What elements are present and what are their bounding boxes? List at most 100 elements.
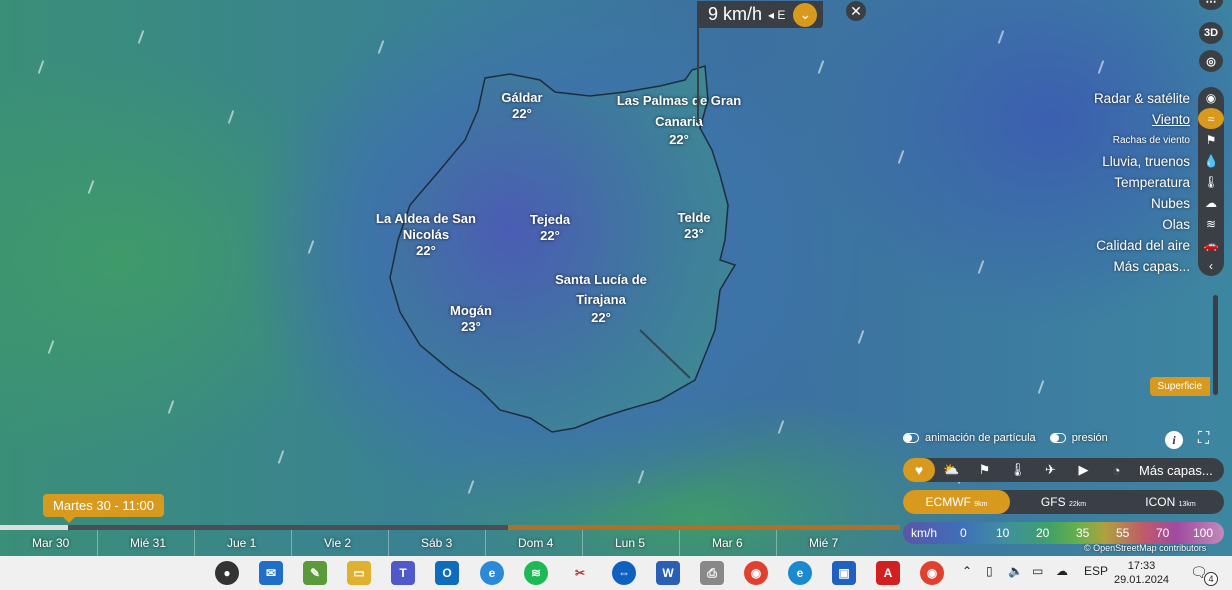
spotify-icon[interactable]: ≋ [524, 561, 548, 585]
cloud-off-icon[interactable]: ☁ [1056, 564, 1068, 578]
layer-more[interactable]: Más capas... [1094, 256, 1190, 277]
city-label-mogan[interactable]: Mogán 23° [446, 303, 496, 335]
day-label[interactable]: Sáb 3 [388, 530, 485, 556]
layer-rain[interactable]: Lluvia, truenos [1094, 151, 1190, 172]
chevron-left-icon[interactable]: ‹ [1198, 255, 1224, 276]
city-label-santa-lucia[interactable]: Santa Lucía de Tirajana 22° [555, 270, 647, 326]
day-label[interactable]: Mar 6 [679, 530, 776, 556]
radar-sweep-icon[interactable]: ◔ [1100, 463, 1133, 478]
system-clock[interactable]: 17:33 29.01.2024 [1114, 559, 1169, 587]
file-explorer-icon[interactable]: ▭ [347, 561, 371, 585]
pressure-toggle-label[interactable]: presión [1072, 432, 1108, 444]
attribution[interactable]: © OpenStreetMap contributors [1084, 543, 1206, 553]
internet-explorer-icon[interactable]: e [480, 561, 504, 585]
wind-icon[interactable]: ≈ [1198, 108, 1224, 129]
obs-icon[interactable]: ● [215, 561, 239, 585]
legend-tick: 35 [1076, 526, 1090, 540]
thermometer-icon[interactable]: 🌡 [1198, 171, 1224, 192]
3d-button[interactable]: 3D [1199, 22, 1223, 44]
time-badge[interactable]: Martes 30 - 11:00 [43, 494, 164, 523]
city-label-tejeda[interactable]: Tejeda 22° [525, 212, 575, 244]
language-indicator[interactable]: ESP [1084, 564, 1108, 578]
day-label[interactable]: Mar 30 [0, 530, 97, 556]
day-label[interactable]: Jue 1 [194, 530, 291, 556]
altitude-slider[interactable] [1213, 295, 1218, 395]
snipping-tool-icon[interactable]: ✂ [568, 561, 592, 585]
city-label-las-palmas[interactable]: Las Palmas de Gran Canaria 22° [612, 90, 746, 148]
fullscreen-icon[interactable]: ⛶ [1198, 430, 1209, 448]
city-temp: 22° [591, 310, 611, 325]
legend-tick: 100 [1193, 526, 1214, 540]
legend-tick: 70 [1156, 526, 1170, 540]
day-label[interactable]: Vie 2 [291, 530, 388, 556]
picker-popup[interactable]: 9 km/h ◂ E ⌄ [698, 1, 824, 28]
day-label[interactable]: Lun 5 [582, 530, 679, 556]
device-icon[interactable]: ▯ [986, 564, 993, 578]
particle-toggle[interactable] [903, 433, 919, 443]
teams-icon[interactable]: T [391, 561, 415, 585]
taskbar: ● ✉ ✎ ▭ T O e ≋ ✂ ⇔ W ⎙ ◉ e ▣ A ◉ ⌃ ▯ 🔈 … [0, 556, 1232, 590]
layer-radar[interactable]: Radar & satélite [1094, 88, 1190, 109]
airplane-icon[interactable]: ✈ [1034, 462, 1067, 478]
volume-icon[interactable]: 🔈 [1008, 564, 1023, 578]
more-layers-button[interactable]: Más capas... [1139, 463, 1213, 478]
flag-icon[interactable]: ⚑ [1198, 129, 1224, 150]
city-temp: 23° [461, 319, 481, 334]
chevron-up-icon[interactable]: ⌃ [962, 564, 972, 578]
city-label-telde[interactable]: Telde 23° [670, 210, 718, 242]
heart-icon[interactable]: ♥ [903, 458, 935, 482]
chrome-icon[interactable]: ◉ [744, 561, 768, 585]
notepad-icon[interactable]: ✎ [303, 561, 327, 585]
city-temp: 22° [512, 106, 532, 121]
wind-speed-value: 9 km/h [708, 4, 763, 24]
day-label[interactable]: Dom 4 [485, 530, 582, 556]
flag-icon[interactable]: ⚑ [968, 462, 1001, 478]
hurricane-icon[interactable]: ◎ [1199, 50, 1223, 72]
3d-label: 3D [1203, 27, 1219, 39]
thermometer-icon[interactable]: 🌡 [1001, 462, 1034, 478]
layer-temperature[interactable]: Temperatura [1094, 172, 1190, 193]
pressure-toggle[interactable] [1049, 433, 1066, 443]
webcam-icon[interactable]: ▶ [1067, 462, 1100, 478]
downloads-icon[interactable]: ▣ [832, 561, 856, 585]
city-name: La Aldea de San Nicolás [376, 211, 476, 242]
day-label[interactable]: Mié 31 [97, 530, 194, 556]
model-name: ICON [1145, 495, 1176, 509]
altitude-surface-label[interactable]: Superficie [1149, 377, 1210, 396]
model-gfs[interactable]: GFS 22km [1010, 490, 1117, 514]
model-name: GFS [1040, 495, 1066, 509]
radar-icon[interactable]: ◉ [1198, 87, 1224, 108]
cloud-icon[interactable]: ☁ [1198, 192, 1224, 213]
sun-cloud-icon[interactable]: ⛅ [935, 462, 968, 478]
layer-clouds[interactable]: Nubes [1094, 193, 1190, 214]
mail-icon[interactable]: ✉ [259, 561, 283, 585]
chrome-profile-icon[interactable]: ◉ [920, 561, 944, 585]
layer-wind[interactable]: Viento [1094, 109, 1190, 130]
timeline-days: Mar 30 Mié 31 Jue 1 Vie 2 Sáb 3 Dom 4 Lu… [0, 530, 900, 556]
city-label-galdar[interactable]: Gáldar 22° [492, 90, 552, 122]
layer-waves[interactable]: Olas [1094, 214, 1190, 235]
day-label[interactable]: Mié 7 [776, 530, 873, 556]
acrobat-icon[interactable]: A [876, 561, 900, 585]
printer-icon[interactable]: ⎙ [700, 561, 724, 585]
edge-icon[interactable]: e [788, 561, 812, 585]
word-icon[interactable]: W [656, 561, 680, 585]
layer-gusts[interactable]: Rachas de viento [1094, 130, 1190, 151]
legend-unit: km/h [911, 526, 938, 540]
model-ecmwf[interactable]: ECMWF 9km [903, 490, 1010, 514]
car-icon[interactable]: 🚗 [1198, 234, 1224, 255]
network-icon[interactable]: ▭ [1032, 564, 1043, 578]
drop-icon[interactable]: 💧 [1198, 150, 1224, 171]
layer-air-quality[interactable]: Calidad del aire [1094, 235, 1190, 256]
city-temp: 22° [416, 243, 436, 258]
city-label-la-aldea[interactable]: La Aldea de San Nicolás 22° [358, 211, 494, 259]
outlook-icon[interactable]: O [435, 561, 459, 585]
particle-toggle-label[interactable]: animación de partícula [925, 432, 1036, 444]
close-icon[interactable]: ✕ [846, 1, 866, 21]
color-legend[interactable]: km/h 0 10 20 35 55 70 100 [903, 522, 1224, 544]
info-icon[interactable]: i [1165, 431, 1183, 449]
teamviewer-icon[interactable]: ⇔ [612, 561, 636, 585]
chevron-down-icon[interactable]: ⌄ [793, 2, 818, 27]
model-icon[interactable]: ICON 13km [1117, 490, 1224, 514]
waves-icon[interactable]: ≋ [1198, 213, 1224, 234]
